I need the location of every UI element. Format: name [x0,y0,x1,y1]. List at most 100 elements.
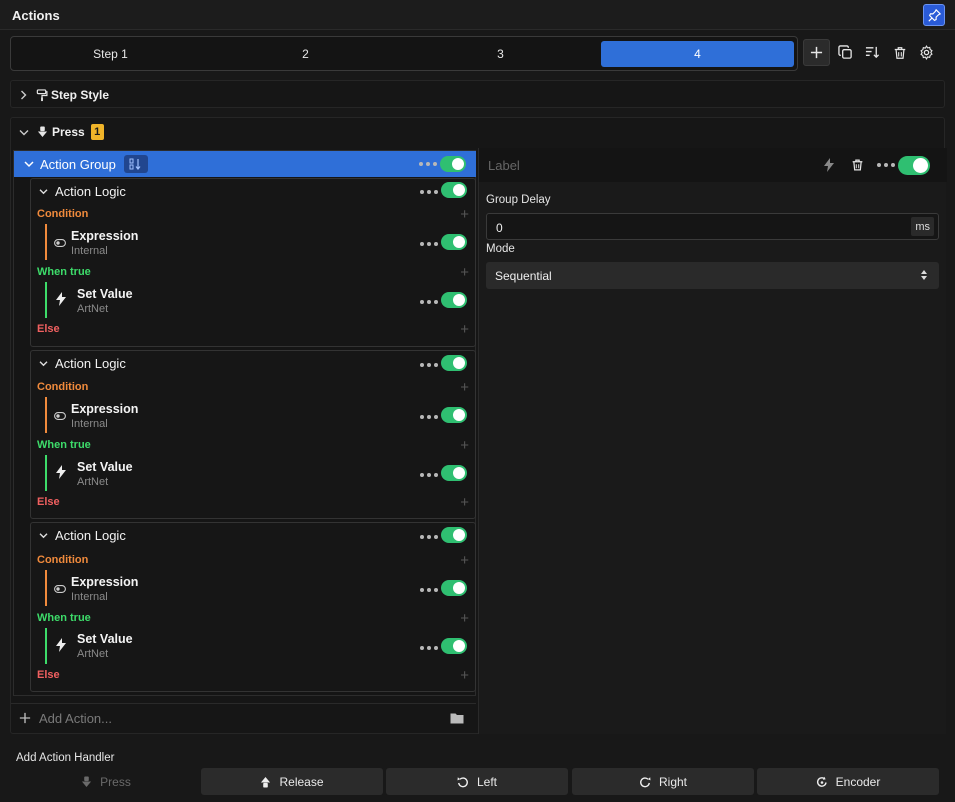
handler-right-button[interactable]: Right [572,768,754,795]
folder-icon[interactable] [450,712,464,724]
handler-left-button[interactable]: Left [386,768,568,795]
expression-toggle[interactable] [441,407,467,423]
action-logic-toggle[interactable] [441,182,467,198]
trash-icon[interactable] [851,158,864,172]
expression-toggle[interactable] [441,234,467,250]
chevron-down-icon[interactable] [39,188,48,195]
detail-panel: Label Group Delay 0 ms Mode Sequential [478,148,947,734]
more-dots-icon[interactable] [420,415,438,419]
set-value-title[interactable]: Set Value [77,632,133,646]
chevron-down-icon [19,128,29,137]
add-else-plus-icon[interactable]: + [460,668,469,683]
mode-select[interactable]: Sequential [486,262,939,289]
lightning-icon[interactable] [824,158,834,172]
more-dots-icon[interactable] [420,535,438,539]
press-count-badge: 1 [90,124,104,140]
group-delay-unit: ms [911,217,934,236]
chevron-right-icon [19,90,28,100]
add-when-true-plus-icon[interactable]: + [460,265,469,280]
more-dots-icon[interactable] [420,473,438,477]
expression-toggle[interactable] [441,580,467,596]
add-action-bar[interactable]: Add Action... [11,703,476,732]
set-value-subtitle: ArtNet [77,476,109,488]
action-logic-toggle[interactable] [441,355,467,371]
add-step-button[interactable] [803,39,830,66]
plus-icon [810,46,823,59]
pin-button[interactable] [923,4,945,26]
tab-step-3[interactable]: 3 [404,41,597,67]
plus-icon [19,712,31,724]
set-value-toggle[interactable] [441,638,467,654]
handler-encoder-button[interactable]: Encoder [757,768,939,795]
add-else-plus-icon[interactable]: + [460,322,469,337]
encoder-icon [816,776,828,788]
sort-icon [865,45,880,60]
tab-step-4[interactable]: 4 [601,41,794,67]
action-tree: Action Group Action Logic Condition + Ex… [13,150,476,696]
step-style-label: Step Style [51,88,110,102]
condition-label: Condition [37,554,89,566]
action-group-toggle[interactable] [440,156,466,172]
add-when-true-plus-icon[interactable]: + [460,611,469,626]
tab-step-2[interactable]: 2 [209,41,402,67]
add-condition-plus-icon[interactable]: + [460,207,469,222]
handler-left-label: Left [476,774,497,789]
press-header[interactable]: Press 1 [11,118,104,146]
lightning-icon [56,292,66,306]
delete-step-button[interactable] [886,39,913,66]
label-input[interactable]: Label [488,158,520,173]
expression-subtitle: Internal [71,418,108,430]
set-value-toggle[interactable] [441,292,467,308]
step-style-section[interactable]: Step Style [10,80,945,108]
add-condition-plus-icon[interactable]: + [460,380,469,395]
more-dots-icon[interactable] [420,300,438,304]
title-bar: Actions [0,0,955,30]
more-dots-icon[interactable] [420,363,438,367]
else-label: Else [37,496,60,508]
press-label: Press [52,125,85,139]
else-label: Else [37,669,60,681]
expression-title[interactable]: Expression [71,229,138,243]
lightning-icon [56,638,66,652]
expression-title[interactable]: Expression [71,402,138,416]
more-dots-icon[interactable] [420,646,438,650]
gear-icon [919,45,934,60]
group-enabled-toggle[interactable] [898,156,930,175]
set-value-title[interactable]: Set Value [77,460,133,474]
add-else-plus-icon[interactable]: + [460,495,469,510]
add-when-true-plus-icon[interactable]: + [460,438,469,453]
set-value-subtitle: ArtNet [77,648,109,660]
when-true-bar [45,455,47,491]
sort-steps-button[interactable] [859,39,886,66]
more-dots-icon[interactable] [419,162,437,166]
handler-press-button[interactable]: Press [15,768,197,795]
more-dots-icon[interactable] [877,163,895,167]
more-dots-icon[interactable] [420,588,438,592]
set-value-subtitle: ArtNet [77,303,109,315]
more-dots-icon[interactable] [420,242,438,246]
copy-icon [838,45,853,60]
chevron-down-icon[interactable] [39,360,48,367]
step-settings-button[interactable] [913,39,940,66]
group-delay-input[interactable]: 0 ms [486,213,939,240]
expression-title[interactable]: Expression [71,575,138,589]
more-dots-icon[interactable] [420,190,438,194]
set-value-toggle[interactable] [441,465,467,481]
chevron-down-icon[interactable] [39,532,48,539]
when-true-bar [45,282,47,318]
duplicate-step-button[interactable] [832,39,859,66]
add-action-input[interactable]: Add Action... [39,711,112,726]
tab-step-1[interactable]: Step 1 [14,41,207,67]
group-order-chip[interactable] [123,155,148,173]
set-value-title[interactable]: Set Value [77,287,133,301]
handler-release-label: Release [279,774,324,789]
action-logic-toggle[interactable] [441,527,467,543]
add-condition-plus-icon[interactable]: + [460,553,469,568]
condition-bar [45,570,47,606]
chevron-down-icon [24,160,34,168]
pin-icon [927,8,941,22]
handler-release-button[interactable]: Release [201,768,383,795]
action-group-header[interactable]: Action Group [14,151,476,177]
condition-label: Condition [37,208,89,220]
sort-numeric-icon [129,158,143,170]
